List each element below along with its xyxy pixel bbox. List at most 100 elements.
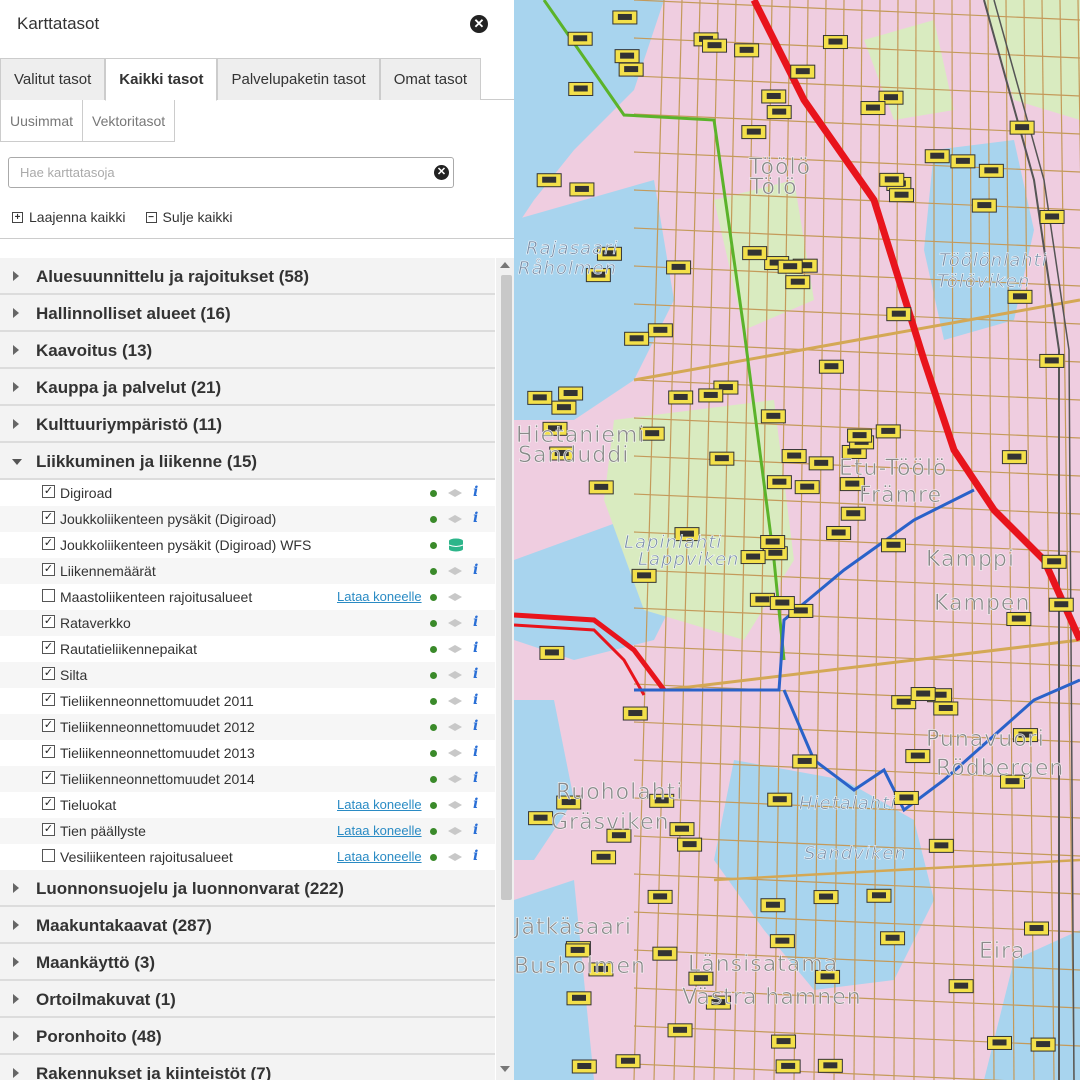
bus-stop-icon[interactable]: [771, 1034, 797, 1049]
bus-stop-icon[interactable]: [987, 1035, 1013, 1050]
bus-stop-icon[interactable]: [667, 1023, 693, 1038]
bus-stop-icon[interactable]: [1009, 120, 1035, 135]
layer-group[interactable]: Maakuntakaavat (287): [0, 907, 495, 944]
layer-checkbox[interactable]: ✓: [42, 537, 55, 550]
info-icon[interactable]: i: [473, 562, 478, 578]
bus-stop-icon[interactable]: [769, 934, 795, 949]
bus-stop-icon[interactable]: [527, 390, 553, 405]
layer-checkbox[interactable]: [42, 589, 55, 602]
bus-stop-icon[interactable]: [591, 850, 617, 865]
info-icon[interactable]: i: [473, 770, 478, 786]
bus-stop-icon[interactable]: [677, 837, 703, 852]
bus-stop-icon[interactable]: [618, 62, 644, 77]
bus-stop-icon[interactable]: [1041, 554, 1067, 569]
bus-stop-icon[interactable]: [569, 182, 595, 197]
bus-stop-icon[interactable]: [813, 890, 839, 905]
layer-group[interactable]: Kaavoitus (13): [0, 332, 495, 369]
bus-stop-icon[interactable]: [702, 38, 728, 53]
collapse-all-button[interactable]: − Sulje kaikki: [145, 209, 233, 225]
layer-group[interactable]: Rakennukset ja kiinteistöt (7): [0, 1055, 495, 1080]
info-icon[interactable]: i: [473, 510, 478, 526]
info-icon[interactable]: i: [473, 822, 478, 838]
bus-stop-icon[interactable]: [1007, 289, 1033, 304]
visibility-icon[interactable]: [448, 567, 462, 575]
layer-group[interactable]: Ortoilmakuvat (1): [0, 981, 495, 1018]
subtab-newest[interactable]: Uusimmat: [0, 100, 84, 142]
bus-stop-icon[interactable]: [1039, 353, 1065, 368]
layer-row[interactable]: ✓ Tieliikenneonnettomuudet 2014 i: [0, 766, 495, 792]
layer-checkbox[interactable]: ✓: [42, 615, 55, 628]
layer-row[interactable]: ✓ Rautatieliikennepaikat i: [0, 636, 495, 662]
visibility-icon[interactable]: [448, 775, 462, 783]
bus-stop-icon[interactable]: [818, 359, 844, 374]
bus-stop-icon[interactable]: [924, 149, 950, 164]
tab-all-layers[interactable]: Kaikki tasot: [105, 58, 218, 101]
layer-row[interactable]: ✓ Tieliikenneonnettomuudet 2013 i: [0, 740, 495, 766]
bus-stop-icon[interactable]: [880, 931, 906, 946]
layer-checkbox[interactable]: ✓: [42, 745, 55, 758]
visibility-icon[interactable]: [448, 593, 462, 601]
bus-stop-icon[interactable]: [860, 101, 886, 116]
bus-stop-icon[interactable]: [588, 480, 614, 495]
layer-checkbox[interactable]: ✓: [42, 797, 55, 810]
bus-stop-icon[interactable]: [760, 535, 786, 550]
bus-stop-icon[interactable]: [790, 64, 816, 79]
info-icon[interactable]: i: [473, 614, 478, 630]
bus-stop-icon[interactable]: [615, 1054, 641, 1069]
tab-selected-layers[interactable]: Valitut tasot: [0, 58, 106, 100]
bus-stop-icon[interactable]: [734, 43, 760, 58]
download-link[interactable]: Lataa koneelle: [337, 849, 422, 864]
bus-stop-icon[interactable]: [760, 898, 786, 913]
bus-stop-icon[interactable]: [1001, 450, 1027, 465]
layer-checkbox[interactable]: ✓: [42, 563, 55, 576]
layer-group-open[interactable]: Liikkuminen ja liikenne (15): [0, 443, 495, 480]
layer-row[interactable]: ✓ Joukkoliikenteen pysäkit (Digiroad) i: [0, 506, 495, 532]
bus-stop-icon[interactable]: [614, 49, 640, 64]
bus-stop-icon[interactable]: [536, 173, 562, 188]
bus-stop-icon[interactable]: [612, 10, 638, 25]
bus-stop-icon[interactable]: [766, 475, 792, 490]
bus-stop-icon[interactable]: [566, 991, 592, 1006]
download-link[interactable]: Lataa koneelle: [337, 589, 422, 604]
bus-stop-icon[interactable]: [777, 259, 803, 274]
bus-stop-icon[interactable]: [1024, 921, 1049, 936]
layer-checkbox[interactable]: ✓: [42, 511, 55, 524]
layer-group[interactable]: Kulttuuriympäristö (11): [0, 406, 495, 443]
expand-all-button[interactable]: + Laajenna kaikki: [12, 209, 126, 225]
bus-stop-icon[interactable]: [785, 275, 811, 290]
visibility-icon[interactable]: [448, 619, 462, 627]
layer-checkbox[interactable]: ✓: [42, 667, 55, 680]
layer-checkbox[interactable]: ✓: [42, 693, 55, 706]
download-link[interactable]: Lataa koneelle: [337, 823, 422, 838]
bus-stop-icon[interactable]: [840, 506, 866, 521]
bus-stop-icon[interactable]: [1030, 1037, 1056, 1052]
bus-stop-icon[interactable]: [1039, 209, 1065, 224]
close-icon[interactable]: ✕: [470, 15, 488, 33]
layer-row[interactable]: ✓ Tieliikenneonnettomuudet 2011 i: [0, 688, 495, 714]
layer-checkbox[interactable]: ✓: [42, 771, 55, 784]
bus-stop-icon[interactable]: [866, 888, 892, 903]
bus-stop-icon[interactable]: [631, 568, 657, 583]
bus-stop-icon[interactable]: [741, 125, 767, 140]
tab-own-layers[interactable]: Omat tasot: [379, 58, 482, 100]
bus-stop-icon[interactable]: [950, 154, 976, 169]
layer-checkbox[interactable]: ✓: [42, 823, 55, 836]
layer-row[interactable]: Maastoliikenteen rajoitusalueet Lataa kon…: [0, 584, 495, 610]
bus-stop-icon[interactable]: [893, 790, 919, 805]
layer-row[interactable]: ✓ Joukkoliikenteen pysäkit (Digiroad) WFS: [0, 532, 495, 558]
bus-stop-icon[interactable]: [826, 525, 852, 540]
bus-stop-icon[interactable]: [817, 1058, 843, 1073]
bus-stop-icon[interactable]: [880, 538, 906, 553]
visibility-icon[interactable]: [448, 645, 462, 653]
bus-stop-icon[interactable]: [709, 451, 735, 466]
bus-stop-icon[interactable]: [792, 754, 818, 769]
search-input[interactable]: [8, 157, 454, 188]
layer-checkbox[interactable]: ✓: [42, 641, 55, 654]
visibility-icon[interactable]: [448, 671, 462, 679]
layer-group[interactable]: Hallinnolliset alueet (16): [0, 295, 495, 332]
visibility-icon[interactable]: [448, 749, 462, 757]
bus-stop-icon[interactable]: [761, 89, 787, 104]
info-icon[interactable]: i: [473, 796, 478, 812]
info-icon[interactable]: i: [473, 640, 478, 656]
bus-stop-icon[interactable]: [933, 701, 959, 716]
